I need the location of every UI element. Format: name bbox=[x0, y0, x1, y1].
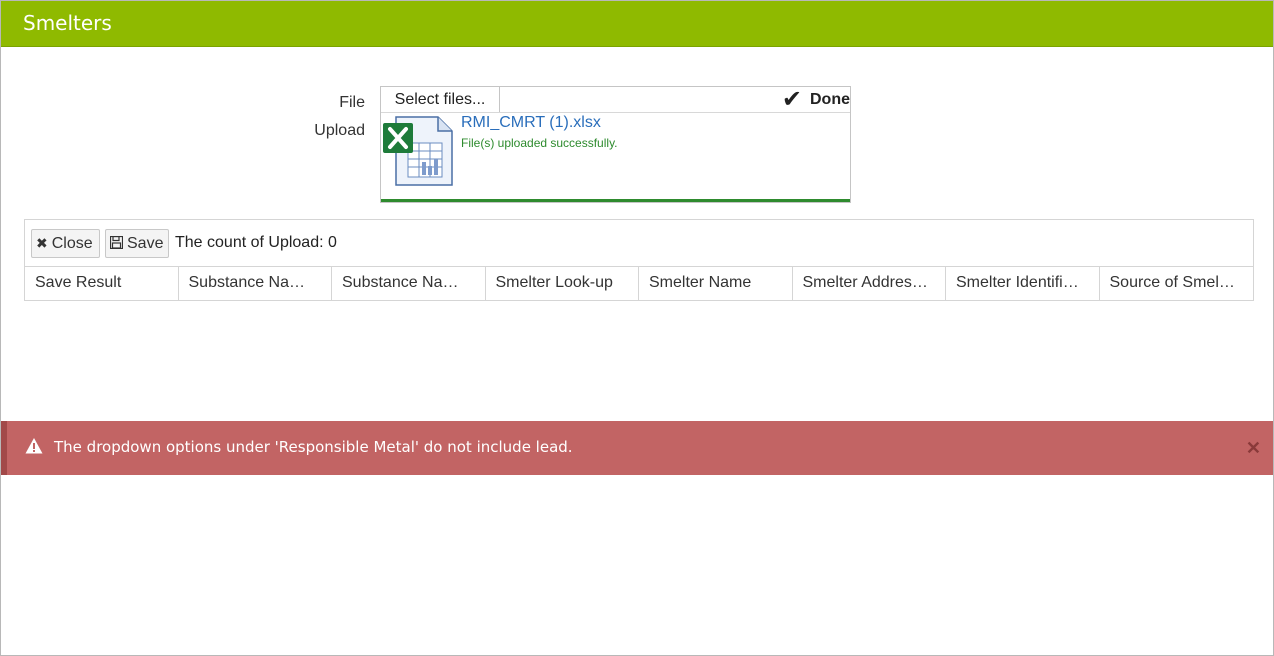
checkmark-icon: ✔ bbox=[781, 86, 802, 113]
warning-icon bbox=[25, 438, 43, 454]
column-header-smelter-name[interactable]: Smelter Name bbox=[639, 267, 793, 300]
column-header-smelter-identification[interactable]: Smelter Identifi… bbox=[946, 267, 1100, 300]
grid-toolbar: ✖ Close Save The count of Upload: 0 bbox=[25, 220, 1253, 266]
upload-success-message: File(s) uploaded successfully. bbox=[461, 136, 618, 150]
floppy-disk-icon bbox=[109, 235, 124, 252]
column-header-smelter-address[interactable]: Smelter Addres… bbox=[793, 267, 946, 300]
file-upload-widget: Select files... ✔ Done RMI_CMRT (1).xlsx… bbox=[380, 86, 851, 203]
upload-status-label: Done bbox=[810, 91, 850, 108]
upload-status: ✔ Done bbox=[781, 86, 850, 113]
close-icon[interactable]: ✕ bbox=[1246, 438, 1261, 459]
column-header-smelter-lookup[interactable]: Smelter Look-up bbox=[486, 267, 639, 300]
smelters-grid: ✖ Close Save The count of Upload: 0 Save… bbox=[24, 219, 1254, 301]
error-alert: The dropdown options under 'Responsible … bbox=[1, 421, 1273, 475]
select-files-button[interactable]: Select files... bbox=[381, 87, 500, 113]
file-upload-label: File Upload bbox=[314, 94, 365, 139]
smelters-dialog: Smelters File Upload Select files... ✔ Do… bbox=[0, 0, 1274, 656]
upload-progress-bar bbox=[381, 199, 850, 202]
upload-count: The count of Upload: 0 bbox=[175, 234, 337, 251]
close-icon: ✖ bbox=[36, 235, 48, 251]
column-header-substance-name-1[interactable]: Substance Na… bbox=[179, 267, 332, 300]
column-header-save-result[interactable]: Save Result bbox=[25, 267, 179, 300]
column-header-source-of-smelter[interactable]: Source of Smel… bbox=[1100, 267, 1254, 300]
excel-file-icon bbox=[383, 116, 453, 186]
uploaded-file-name[interactable]: RMI_CMRT (1).xlsx bbox=[461, 114, 601, 132]
column-header-substance-name-2[interactable]: Substance Na… bbox=[332, 267, 486, 300]
save-button-label: Save bbox=[127, 234, 164, 252]
grid-header-row: Save Result Substance Na… Substance Na… … bbox=[25, 266, 1253, 301]
dialog-titlebar: Smelters bbox=[1, 1, 1273, 47]
upload-divider bbox=[381, 112, 850, 113]
alert-message: The dropdown options under 'Responsible … bbox=[54, 438, 573, 456]
save-button[interactable]: Save bbox=[105, 229, 169, 258]
dialog-title: Smelters bbox=[23, 11, 112, 35]
close-button[interactable]: ✖ Close bbox=[31, 229, 100, 258]
close-button-label: Close bbox=[51, 234, 93, 252]
